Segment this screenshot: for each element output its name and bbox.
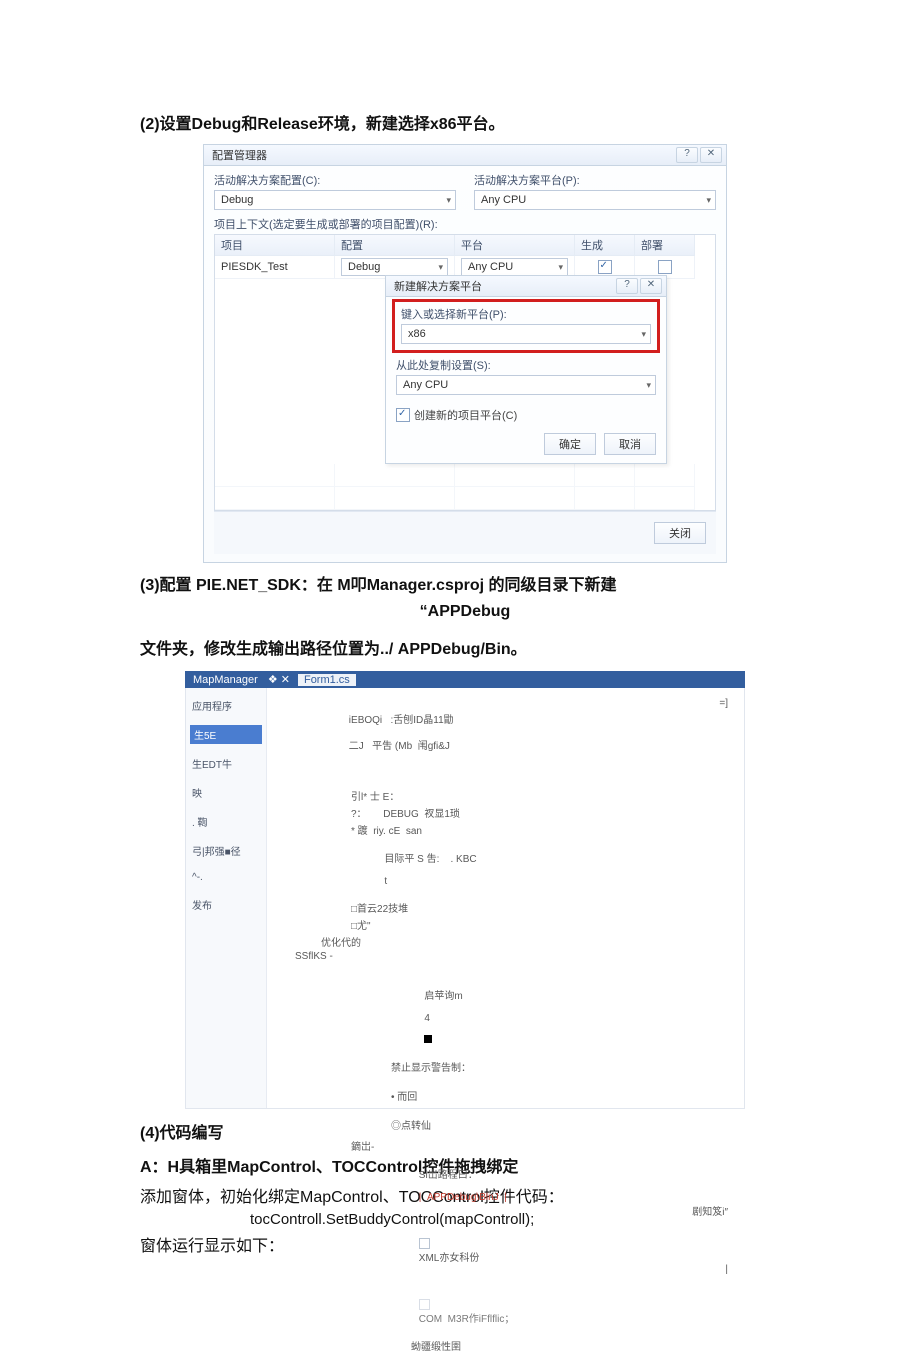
pm-opt1: □首云22技堆 xyxy=(351,900,730,915)
step3-line3: 文件夹，修改生成输出路径位置为../ APPDebug/Bin。 xyxy=(140,635,790,659)
chevron-down-icon: ▾ xyxy=(646,380,651,391)
pm-warn: 启苹询m xyxy=(424,991,462,1002)
pm-com: COM M3R作iFflflic； xyxy=(419,1314,515,1325)
create-project-platform-label: 创建新的项目平台(C) xyxy=(414,407,517,423)
pm-top-right: 二J 平吿 (Mb 闱gfi&J xyxy=(349,741,450,752)
sidebar-item-build-events[interactable]: 生EDT牛 xyxy=(190,754,262,773)
label-active-config: 活动解决方案配置(C): xyxy=(214,172,456,188)
close-icon[interactable]: ✕ xyxy=(700,147,722,163)
popup-title: 新建解决方案平台 xyxy=(394,278,482,294)
active-config-dropdown[interactable]: Debug ▾ xyxy=(214,190,456,210)
sidebar-item-publish[interactable]: 发布 xyxy=(190,895,262,914)
dialog-close-button[interactable]: 关闭 xyxy=(654,522,706,544)
step2-heading: (2)设置Debug和Release环境，新建选择x86平台。 xyxy=(140,110,790,134)
pm-target: 目际平 S 吿: . KBC xyxy=(384,854,476,865)
new-platform-popup: 新建解决方案平台 ? ✕ 键入或选择新平台(P): xyxy=(385,275,667,464)
pm-radio2[interactable]: ◎点转仙 xyxy=(391,1117,730,1132)
label-active-platform: 活动解决方案平台(P): xyxy=(474,172,716,188)
dialog-title: 配置管理器 xyxy=(212,147,267,163)
pm-opt2: □尤" xyxy=(351,917,730,932)
square-icon xyxy=(424,1035,432,1043)
close-icon[interactable]: ✕ xyxy=(640,278,662,294)
chevron-down-icon: ▾ xyxy=(706,195,711,206)
pm-meta: 蚴疆缎性圉 xyxy=(281,1338,730,1353)
col-deploy: 部署 xyxy=(635,235,695,256)
col-config: 配置 xyxy=(335,235,455,256)
copy-from-dropdown[interactable]: Any CPU ▾ xyxy=(396,375,656,395)
sidebar-item-6[interactable]: 弓|邦强■径 xyxy=(190,841,262,860)
tab-state-icons: ❖ ✕ xyxy=(268,673,290,686)
build-checkbox[interactable] xyxy=(598,260,612,274)
create-project-platform-checkbox[interactable] xyxy=(396,408,410,422)
sidebar-item-7[interactable]: ^-. xyxy=(190,870,262,885)
step3-line1: (3)配置 PIE.NET_SDK：在 M叩Manager.csproj 的同级… xyxy=(140,571,790,595)
pm-ss: SSflKS - xyxy=(281,951,730,962)
ok-button[interactable]: 确定 xyxy=(544,433,596,455)
pm-debug: ?： DEBUG 衩显1琐 xyxy=(351,805,730,820)
chevron-down-icon: ▾ xyxy=(558,262,563,273)
new-platform-value: x86 xyxy=(408,328,426,340)
context-note: 项目上下文(选定要生成或部署的项目配置)(R): xyxy=(214,216,716,232)
pm-intro: 引l* 士 E： xyxy=(351,788,730,803)
sidebar-item-4[interactable]: 映 xyxy=(190,783,262,802)
prop-tabstrip: MapManager ❖ ✕ Form1.cs xyxy=(185,671,745,688)
chevron-down-icon: ▾ xyxy=(438,262,443,273)
pm-out-label: Si岀路程曰： xyxy=(419,1170,478,1181)
project-grid: 项目 配置 平台 生成 部署 PIESDK_Test Debug ▾ xyxy=(214,234,716,511)
prop-main: iEBOQi :舌刨ID晶11勖 二J 平吿 (Mb 闱gfi&J =] 引l*… xyxy=(267,688,744,1108)
pm-opt3: 优化代的 xyxy=(281,934,730,949)
sidebar-item-app[interactable]: 应用程序 xyxy=(190,696,262,715)
new-platform-dropdown[interactable]: x86 ▾ xyxy=(401,324,651,344)
help-button[interactable]: ? xyxy=(616,278,638,294)
pm-suppress: 禁止显示警告制： xyxy=(391,1059,730,1074)
project-properties-view: MapManager ❖ ✕ Form1.cs 应用程序 生5E 生EDT牛 映… xyxy=(185,671,745,1109)
pm-out-value: | APPDebug\BlnJ | xyxy=(419,1192,507,1203)
popup-label-new: 键入或选择新平台(P): xyxy=(401,306,651,322)
prop-sidebar: 应用程序 生5E 生EDT牛 映 . 鞫 弓|邦强■径 ^-. 发布 xyxy=(186,688,267,1108)
popup-label-copy: 从此处复制设置(S): xyxy=(396,357,656,373)
row-platform-value: Any CPU xyxy=(468,261,513,273)
row-config-value: Debug xyxy=(348,261,380,273)
row-config-dropdown[interactable]: Debug ▾ xyxy=(341,258,448,276)
col-platform: 平台 xyxy=(455,235,575,256)
pm-r: * 踱 riy. cE san xyxy=(351,822,730,837)
tab-mapmanager[interactable]: MapManager xyxy=(189,674,262,686)
pm-radio1[interactable]: • 而回 xyxy=(391,1088,730,1103)
row-platform-dropdown[interactable]: Any CPU ▾ xyxy=(461,258,568,276)
xml-checkbox[interactable] xyxy=(419,1238,430,1249)
sidebar-item-build[interactable]: 生5E xyxy=(190,725,262,744)
com-checkbox xyxy=(419,1299,430,1310)
highlight-box: 键入或选择新平台(P): x86 ▾ xyxy=(392,299,660,353)
pm-top-end: =] xyxy=(719,698,728,709)
col-build: 生成 xyxy=(575,235,635,256)
copy-from-value: Any CPU xyxy=(403,379,448,391)
pm-target-r: t xyxy=(384,876,387,887)
sidebar-item-5[interactable]: . 鞫 xyxy=(190,812,262,831)
dialog-titlebar: 配置管理器 ? ✕ xyxy=(204,145,726,166)
step3-line2: “APPDebug xyxy=(140,603,790,621)
active-config-value: Debug xyxy=(221,194,253,206)
chevron-down-icon: ▾ xyxy=(446,195,451,206)
pm-top-left: iEBOQi :舌刨ID晶11勖 xyxy=(349,715,454,726)
active-platform-value: Any CPU xyxy=(481,194,526,206)
pm-warn-r: 4 xyxy=(424,1013,430,1024)
tab-form1cs[interactable]: Form1.cs xyxy=(298,674,356,686)
col-project: 项目 xyxy=(215,235,335,256)
config-manager-dialog: 配置管理器 ? ✕ 活动解决方案配置(C): Debug ▾ xyxy=(203,144,727,563)
pm-xml: XML亦女科份 xyxy=(419,1253,480,1264)
pm-out-right: 剧知笈i″ xyxy=(692,1203,728,1218)
help-button[interactable]: ? xyxy=(676,147,698,163)
deploy-checkbox[interactable] xyxy=(658,260,672,274)
cancel-button[interactable]: 取消 xyxy=(604,433,656,455)
pm-xml-r: | xyxy=(725,1264,728,1275)
pm-out-head: 鏑岀- xyxy=(281,1138,730,1153)
chevron-down-icon: ▾ xyxy=(641,329,646,340)
active-platform-dropdown[interactable]: Any CPU ▾ xyxy=(474,190,716,210)
